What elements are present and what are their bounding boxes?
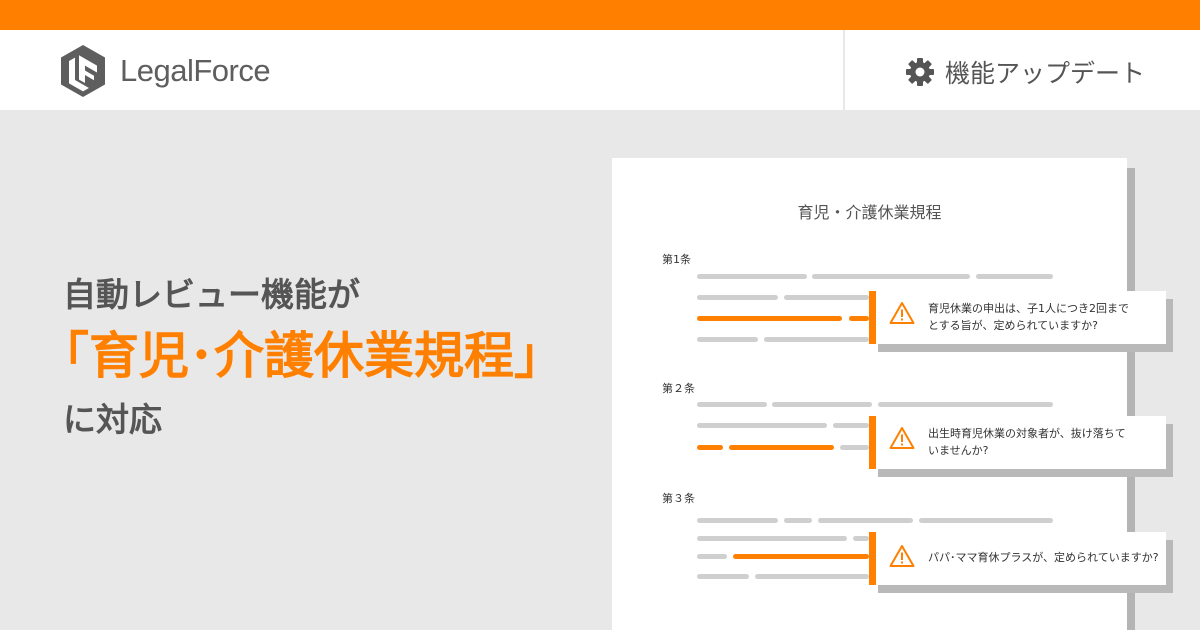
text-line — [878, 402, 1053, 407]
brand-logo[interactable]: LegalForce — [59, 44, 271, 98]
update-text: 機能アップデート — [945, 59, 1146, 88]
review-alert-2[interactable]: 出生時育児休業の対象者が、抜け落ちて いませんか? — [869, 416, 1166, 469]
highlighted-line — [733, 554, 869, 559]
text-line — [697, 295, 778, 300]
legalforce-logo-icon — [61, 45, 105, 97]
headline-line2: 「育児･介護休業規程」 — [39, 327, 564, 385]
text-line — [697, 402, 767, 407]
text-line — [697, 518, 778, 523]
highlighted-line — [729, 445, 834, 450]
text-line — [697, 574, 749, 579]
warning-icon — [889, 545, 915, 567]
warning-icon — [889, 427, 915, 449]
text-line — [697, 536, 847, 541]
text-line — [697, 274, 807, 279]
headline: 自動レビュー機能が 「育児･介護休業規程」 に対応 — [39, 275, 564, 439]
text-line — [853, 536, 869, 541]
text-line — [697, 337, 758, 342]
text-line — [784, 518, 812, 523]
text-line — [833, 423, 869, 428]
review-alert-1[interactable]: 育児休業の申出は、子1人につき2回まで とする旨が、定められていますか? — [869, 291, 1166, 344]
text-line — [840, 445, 869, 450]
top-accent-bar — [0, 0, 1200, 30]
text-line — [764, 337, 869, 342]
text-line — [919, 518, 1053, 523]
alert-message: 出生時育児休業の対象者が、抜け落ちて いませんか? — [928, 427, 1126, 457]
highlighted-line — [697, 316, 842, 321]
highlighted-line — [849, 316, 869, 321]
text-line — [772, 402, 872, 407]
review-alert-3[interactable]: パパ･ママ育休プラスが、定められていますか? — [869, 532, 1166, 585]
header-divider — [843, 30, 845, 110]
highlighted-line — [697, 445, 723, 450]
text-line — [697, 554, 727, 559]
header: LegalForce 機能アップデート — [0, 30, 1200, 110]
article-3-label: 第３条 — [662, 492, 695, 505]
text-line — [818, 518, 913, 523]
alert-message: パパ･ママ育休プラスが、定められていますか? — [928, 551, 1159, 564]
text-line — [755, 574, 869, 579]
warning-icon — [889, 302, 915, 324]
gear-icon — [906, 58, 934, 86]
article-1-label: 第1条 — [662, 253, 691, 266]
text-line — [697, 423, 827, 428]
headline-line1: 自動レビュー機能が — [63, 275, 360, 314]
text-line — [976, 274, 1053, 279]
text-line — [812, 274, 970, 279]
headline-line3: に対応 — [63, 400, 162, 439]
article-2-label: 第２条 — [662, 382, 695, 395]
document-title: 育児・介護休業規程 — [797, 203, 942, 222]
text-line — [784, 295, 869, 300]
alert-message: 育児休業の申出は、子1人につき2回まで とする旨が、定められていますか? — [928, 302, 1129, 332]
brand-name: LegalForce — [120, 53, 271, 88]
feature-update-label: 機能アップデート — [905, 54, 1145, 90]
